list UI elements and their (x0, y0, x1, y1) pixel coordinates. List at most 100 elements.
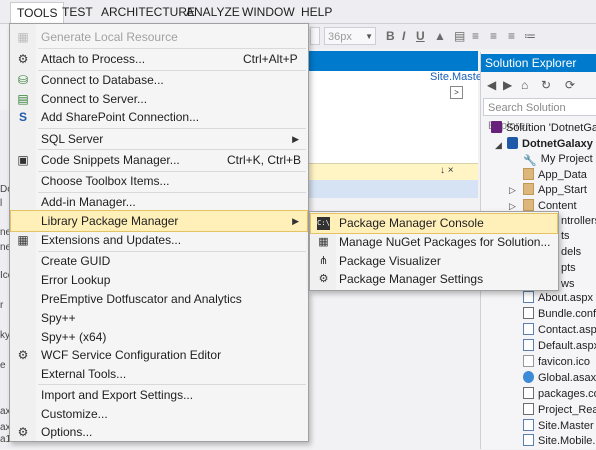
sync-icon[interactable]: ↻ (541, 78, 551, 92)
extensions-icon: ▦ (17, 233, 29, 247)
refresh-icon[interactable]: ⟳ (565, 78, 575, 92)
forward-icon[interactable]: ▶ (503, 78, 512, 92)
tree-item-file[interactable]: Project_Read (523, 402, 596, 419)
font-color-icon[interactable]: ▲ (434, 29, 446, 43)
submenu-item-package-visualizer[interactable]: ⋔ Package Visualizer (311, 252, 557, 271)
submenu-item-manage-nuget[interactable]: ▦ Manage NuGet Packages for Solution... (311, 233, 557, 252)
menu-item-error-lookup[interactable]: Error Lookup (11, 270, 307, 290)
italic-button[interactable]: I (402, 29, 405, 43)
submenu-item-package-settings[interactable]: ⚙ Package Manager Settings (311, 270, 557, 289)
tree-item-file[interactable]: packages.co (523, 386, 596, 403)
attach-icon: ⚙ (17, 52, 29, 66)
menu-item-dotfuscator[interactable]: PreEmptive Dotfuscator and Analytics (11, 289, 307, 309)
menu-item-generate-local-resource[interactable]: ▦ Generate Local Resource (11, 27, 307, 47)
expand-arrow-icon[interactable]: ◢ (495, 140, 502, 151)
tree-item-file[interactable]: About.aspx (523, 290, 593, 307)
folder-icon (523, 183, 534, 195)
collapse-arrow-icon[interactable]: ▷ (509, 185, 516, 196)
back-icon[interactable]: ◀ (487, 78, 496, 92)
submenu-item-package-manager-console[interactable]: C:\ Package Manager Console (310, 213, 558, 234)
console-icon: C:\ (317, 217, 330, 230)
menu-item-wcf-editor[interactable]: ⚙ WCF Service Configuration Editor (11, 345, 307, 365)
menu-item-add-in-manager[interactable]: Add-in Manager... (11, 192, 307, 212)
left-fragment: e (0, 360, 6, 371)
font-name-combo[interactable] (310, 27, 320, 45)
menu-item-code-snippets[interactable]: ▣ Code Snippets Manager... Ctrl+K, Ctrl+… (11, 150, 307, 170)
config-file-icon (523, 307, 534, 319)
solution-search-input[interactable]: Search Solution Explorer (483, 98, 596, 132)
tree-item-file[interactable]: favicon.ico (523, 354, 590, 371)
solution-icon (491, 121, 502, 133)
icon-file-icon (523, 355, 534, 367)
underline-button[interactable]: U (416, 29, 425, 43)
pin-icon[interactable]: ↓ × (440, 165, 454, 176)
chevron-down-icon[interactable]: ▼ (365, 28, 373, 46)
font-size-combo[interactable]: 36px ▼ (324, 27, 376, 45)
menu-item-create-guid[interactable]: Create GUID (11, 251, 307, 271)
menu-item-connect-database[interactable]: ⛁ Connect to Database... (11, 70, 307, 90)
tool-window-row (300, 180, 478, 198)
sharepoint-icon: S (18, 110, 27, 124)
tools-menu: ▦ Generate Local Resource ⚙ Attach to Pr… (9, 23, 309, 442)
tree-item-file[interactable]: Site.Mobile.M (523, 433, 596, 450)
menu-item-extensions-updates[interactable]: ▦ Extensions and Updates... (11, 230, 307, 250)
document-tab-site-master[interactable]: Site.Master (430, 71, 486, 83)
tree-item-file[interactable]: Contact.aspx (523, 322, 596, 339)
menu-item-add-sharepoint[interactable]: S Add SharePoint Connection... (11, 107, 307, 127)
settings-gear-icon: ⚙ (318, 273, 329, 285)
menu-item-import-export[interactable]: Import and Export Settings... (11, 385, 307, 405)
menu-item-library-package-manager[interactable]: Library Package Manager ▶ (10, 210, 308, 232)
menu-item-customize[interactable]: Customize... (11, 404, 307, 424)
tree-item-models[interactable]: dels (561, 244, 581, 261)
visualizer-icon: ⋔ (318, 255, 329, 267)
tree-item-app-start[interactable]: App_Start (523, 182, 587, 199)
menu-item-options[interactable]: ⚙ Options... (11, 422, 307, 442)
menu-item-attach-to-process[interactable]: ⚙ Attach to Process... Ctrl+Alt+P (11, 49, 307, 69)
tree-item-fonts[interactable]: ts (561, 228, 570, 245)
menu-item-sql-server[interactable]: SQL Server ▶ (11, 129, 307, 149)
left-fragment: r (0, 300, 4, 311)
folder-icon (523, 199, 534, 211)
document-tab-strip (300, 51, 478, 71)
chevron-right-icon[interactable]: > (450, 86, 463, 99)
config-file-icon (523, 387, 534, 399)
generate-resource-icon: ▦ (17, 30, 29, 44)
menu-item-spy[interactable]: Spy++ (11, 308, 307, 328)
folder-icon (523, 168, 534, 180)
tree-item-file[interactable]: Default.aspx (523, 338, 596, 355)
aspx-page-icon (523, 339, 534, 351)
editor-area[interactable] (300, 71, 478, 163)
align-left-icon[interactable]: ≡ (472, 29, 479, 43)
snippets-icon: ▣ (17, 153, 29, 167)
menu-analyze[interactable]: ANALYZE (181, 4, 245, 21)
database-icon: ⛁ (17, 73, 29, 87)
submenu-arrow-icon: ▶ (292, 134, 299, 144)
font-size-value: 36px (328, 31, 352, 43)
menu-item-connect-server[interactable]: ▤ Connect to Server... (11, 89, 307, 109)
tree-item-file[interactable]: Bundle.confi (523, 306, 596, 323)
menu-window[interactable]: WINDOW (237, 4, 300, 21)
align-center-icon[interactable]: ≡ (490, 29, 497, 43)
home-icon[interactable]: ⌂ (521, 78, 528, 92)
tree-item-solution[interactable]: Solution 'DotnetGal (491, 120, 596, 137)
tree-item-scripts[interactable]: pts (561, 260, 576, 277)
left-fragment: l (0, 198, 3, 209)
menu-item-external-tools[interactable]: External Tools... (11, 364, 307, 384)
tree-item-file[interactable]: Global.asax (523, 370, 596, 387)
align-right-icon[interactable]: ≡ (508, 29, 515, 43)
bold-button[interactable]: B (386, 29, 395, 43)
tool-window-header: ↓ × (300, 163, 478, 181)
solution-explorer-title[interactable]: Solution Explorer (481, 54, 596, 72)
highlight-icon[interactable]: ▤ (454, 29, 465, 43)
package-manager-submenu: C:\ Package Manager Console ▦ Manage NuG… (309, 211, 559, 291)
master-page-icon (523, 434, 534, 446)
menu-item-choose-toolbox[interactable]: Choose Toolbox Items... (11, 171, 307, 191)
tree-item-my-project[interactable]: 🔧 My Project (523, 151, 593, 168)
formatting-toolbar: 36px ▼ B I U ▲ ▤ ≡ ≡ ≡ ≔ (300, 24, 596, 49)
bullets-icon[interactable]: ≔ (524, 29, 536, 43)
menu-test[interactable]: TEST (57, 4, 98, 21)
web-project-icon (507, 137, 518, 149)
solution-explorer-toolbar: ◀ ▶ ⌂ ↻ ⟳ (481, 74, 596, 98)
menu-item-spy-x64[interactable]: Spy++ (x64) (11, 327, 307, 347)
menu-help[interactable]: HELP (296, 4, 337, 21)
